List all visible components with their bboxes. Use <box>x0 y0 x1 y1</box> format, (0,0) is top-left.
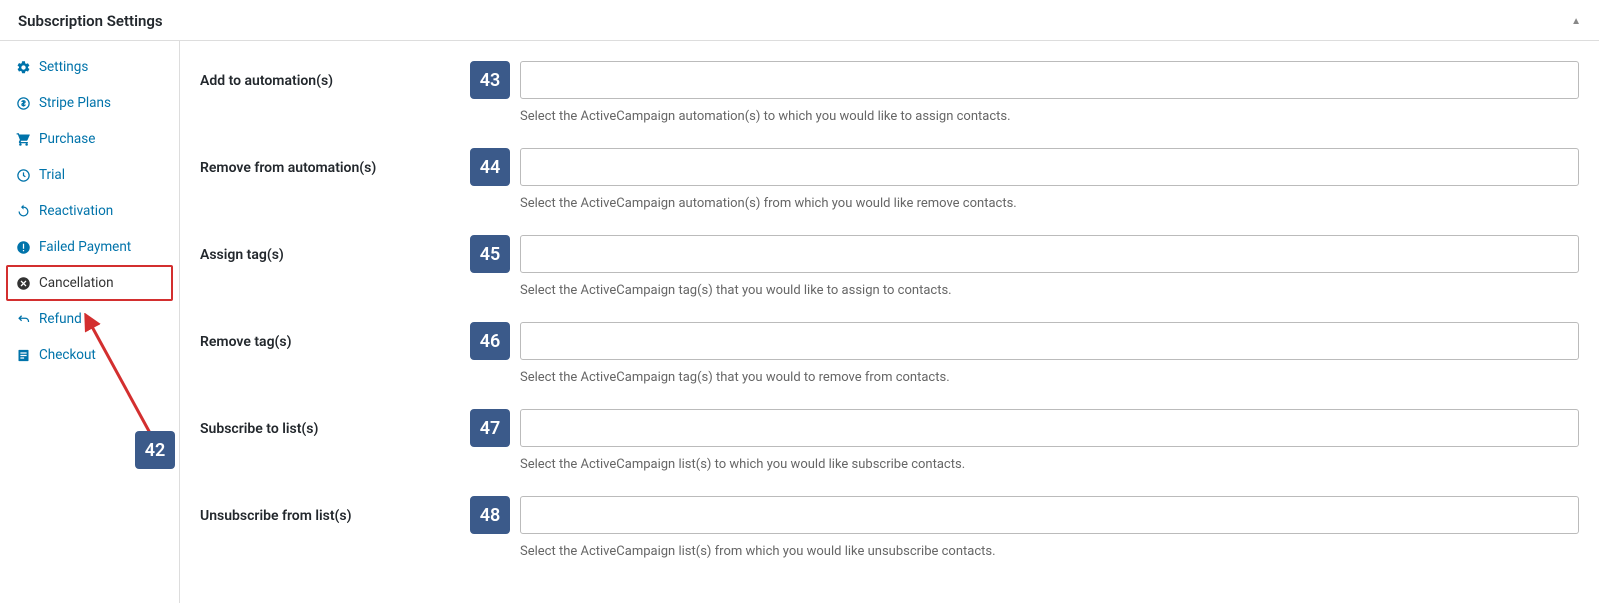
field-help: Select the ActiveCampaign list(s) to whi… <box>470 447 1579 486</box>
sync-icon <box>16 204 31 219</box>
field-remove-from-automation: Remove from automation(s) 44 Select the … <box>180 138 1599 225</box>
field-help: Select the ActiveCampaign tag(s) that yo… <box>470 273 1579 312</box>
field-label: Add to automation(s) <box>200 61 470 89</box>
field-help: Select the ActiveCampaign tag(s) that yo… <box>470 360 1579 399</box>
field-help: Select the ActiveCampaign automation(s) … <box>470 99 1579 138</box>
sidebar-item-refund[interactable]: Refund <box>0 301 179 337</box>
panel-header: Subscription Settings ▲ <box>0 0 1599 41</box>
sidebar-item-label: Failed Payment <box>39 239 131 255</box>
sidebar-item-label: Refund <box>39 311 82 327</box>
sidebar-item-label: Reactivation <box>39 203 113 219</box>
return-arrow-icon <box>16 312 31 327</box>
field-label: Remove tag(s) <box>200 322 470 350</box>
sidebar-item-label: Stripe Plans <box>39 95 111 111</box>
field-label: Subscribe to list(s) <box>200 409 470 437</box>
add-to-automation-input[interactable] <box>520 61 1579 99</box>
field-help: Select the ActiveCampaign automation(s) … <box>470 186 1579 225</box>
x-circle-icon <box>16 276 31 291</box>
collapse-toggle-icon[interactable]: ▲ <box>1571 16 1581 27</box>
annotation-badge: 48 <box>470 496 510 534</box>
field-label: Remove from automation(s) <box>200 148 470 176</box>
exclamation-circle-icon <box>16 240 31 255</box>
clock-icon <box>16 168 31 183</box>
field-add-to-automation: Add to automation(s) 43 Select the Activ… <box>180 51 1599 138</box>
sidebar-item-label: Settings <box>39 59 88 75</box>
field-remove-tags: Remove tag(s) 46 Select the ActiveCampai… <box>180 312 1599 399</box>
main-content: Add to automation(s) 43 Select the Activ… <box>180 41 1599 603</box>
sidebar-item-checkout[interactable]: Checkout <box>0 337 179 373</box>
unsubscribe-lists-input[interactable] <box>520 496 1579 534</box>
field-unsubscribe-lists: Unsubscribe from list(s) 48 Select the A… <box>180 486 1599 573</box>
sidebar-item-settings[interactable]: Settings <box>0 49 179 85</box>
subscribe-lists-input[interactable] <box>520 409 1579 447</box>
sidebar-item-stripe-plans[interactable]: Stripe Plans <box>0 85 179 121</box>
field-label: Assign tag(s) <box>200 235 470 263</box>
sidebar: Settings Stripe Plans Purchase Trial Rea <box>0 41 180 603</box>
dollar-circle-icon <box>16 96 31 111</box>
sidebar-item-cancellation[interactable]: Cancellation <box>6 265 173 301</box>
annotation-badge: 45 <box>470 235 510 273</box>
sidebar-item-label: Purchase <box>39 131 95 147</box>
annotation-badge: 47 <box>470 409 510 447</box>
annotation-badge: 46 <box>470 322 510 360</box>
sidebar-item-purchase[interactable]: Purchase <box>0 121 179 157</box>
field-label: Unsubscribe from list(s) <box>200 496 470 524</box>
sidebar-item-label: Checkout <box>39 347 96 363</box>
gear-icon <box>16 60 31 75</box>
cart-icon <box>16 132 31 147</box>
annotation-badge: 44 <box>470 148 510 186</box>
sidebar-item-label: Trial <box>39 167 65 183</box>
field-assign-tags: Assign tag(s) 45 Select the ActiveCampai… <box>180 225 1599 312</box>
annotation-badge: 43 <box>470 61 510 99</box>
remove-tags-input[interactable] <box>520 322 1579 360</box>
remove-from-automation-input[interactable] <box>520 148 1579 186</box>
sidebar-item-failed-payment[interactable]: Failed Payment <box>0 229 179 265</box>
panel-body: Settings Stripe Plans Purchase Trial Rea <box>0 41 1599 603</box>
form-icon <box>16 348 31 363</box>
field-help: Select the ActiveCampaign list(s) from w… <box>470 534 1579 573</box>
field-subscribe-lists: Subscribe to list(s) 47 Select the Activ… <box>180 399 1599 486</box>
assign-tags-input[interactable] <box>520 235 1579 273</box>
annotation-badge-42: 42 <box>135 431 175 469</box>
sidebar-item-reactivation[interactable]: Reactivation <box>0 193 179 229</box>
page-title: Subscription Settings <box>18 12 163 30</box>
sidebar-item-label: Cancellation <box>39 275 114 291</box>
sidebar-item-trial[interactable]: Trial <box>0 157 179 193</box>
